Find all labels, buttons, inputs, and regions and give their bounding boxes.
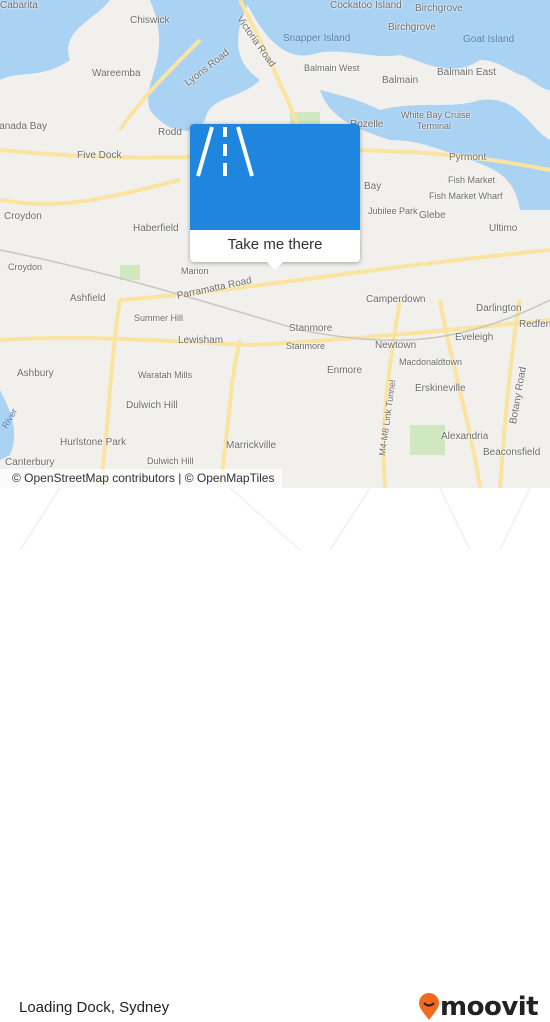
map-label: Stanmore <box>286 341 326 351</box>
map-label: Croydon <box>8 262 43 272</box>
destination-popup[interactable]: Take me there <box>190 124 360 270</box>
take-me-there-button[interactable]: Take me there <box>190 230 360 262</box>
map-label: Cabarita <box>0 0 38 11</box>
map-label: Fish Market <box>448 175 496 185</box>
map-label: Stanmore <box>289 323 333 334</box>
map-label: Birchgrove <box>388 22 436 33</box>
map-label: Chiswick <box>130 15 170 26</box>
map-label: Five Dock <box>77 150 122 161</box>
map-label: Birchgrove <box>415 3 463 14</box>
map-label: Redfern <box>519 319 550 330</box>
map-label: Cockatoo Island <box>330 0 402 11</box>
map-label: Alexandria <box>441 431 489 442</box>
map-label: Wareemba <box>92 68 141 79</box>
moovit-pin-icon <box>419 993 439 1020</box>
map-label: White Bay Cruise <box>401 110 471 120</box>
map-label: Lewisham <box>178 335 224 346</box>
footer: Loading Dock, Sydney moovit <box>0 488 550 1022</box>
map-label: Canada Bay <box>0 121 48 132</box>
map-label: Bay <box>364 181 382 192</box>
map-label: Fish Market Wharf <box>429 191 503 201</box>
map-label: Dulwich Hill <box>147 456 194 466</box>
map-label: Dulwich Hill <box>126 400 178 411</box>
location-title: Loading Dock, Sydney <box>19 999 170 1016</box>
map-label: Jubilee Park <box>368 206 418 216</box>
map-label: Macdonaldtown <box>399 357 463 367</box>
map-label: Terminal <box>417 121 452 131</box>
map-label: Balmain <box>382 75 419 86</box>
map-label: Hurlstone Park <box>60 437 127 448</box>
map-label: Newtown <box>375 340 417 351</box>
map-label: Glebe <box>419 210 446 221</box>
map-label: Enmore <box>327 365 363 376</box>
map-label: Marion <box>181 266 209 276</box>
popup-header <box>190 124 360 230</box>
map-label: Ashbury <box>17 368 54 379</box>
footer-background-pattern <box>19 488 531 550</box>
map-label: Summer Hill <box>134 313 184 323</box>
map-label: Camperdown <box>366 294 426 305</box>
map-label: Haberfield <box>133 223 179 234</box>
map-label: Goat Island <box>463 34 515 45</box>
map-label: Ultimo <box>489 223 518 234</box>
map-label: Rodd <box>158 127 182 138</box>
map-label: Snapper Island <box>283 33 351 44</box>
map-label: Pyrmont <box>449 152 487 163</box>
map-label: Beaconsfield <box>483 447 541 458</box>
map[interactable]: Cabarita Chiswick Victoria Road Cockatoo… <box>0 0 550 488</box>
map-label: Waratah Mills <box>138 370 193 380</box>
map-label: Eveleigh <box>455 332 494 343</box>
map-label: Marrickville <box>226 440 276 451</box>
map-label: Erskineville <box>415 383 466 394</box>
map-label: Canterbury <box>5 457 55 468</box>
map-label: Balmain East <box>437 67 496 78</box>
map-attribution[interactable]: © OpenStreetMap contributors | © OpenMap… <box>0 469 283 488</box>
map-label: Ashfield <box>70 293 106 304</box>
road-icon <box>196 126 254 177</box>
map-label: Croydon <box>4 211 42 222</box>
moovit-logo: moovit <box>418 992 539 1022</box>
moovit-wordmark: moovit <box>440 992 539 1022</box>
map-label: Darlington <box>476 303 522 314</box>
map-label: Balmain West <box>304 63 360 73</box>
